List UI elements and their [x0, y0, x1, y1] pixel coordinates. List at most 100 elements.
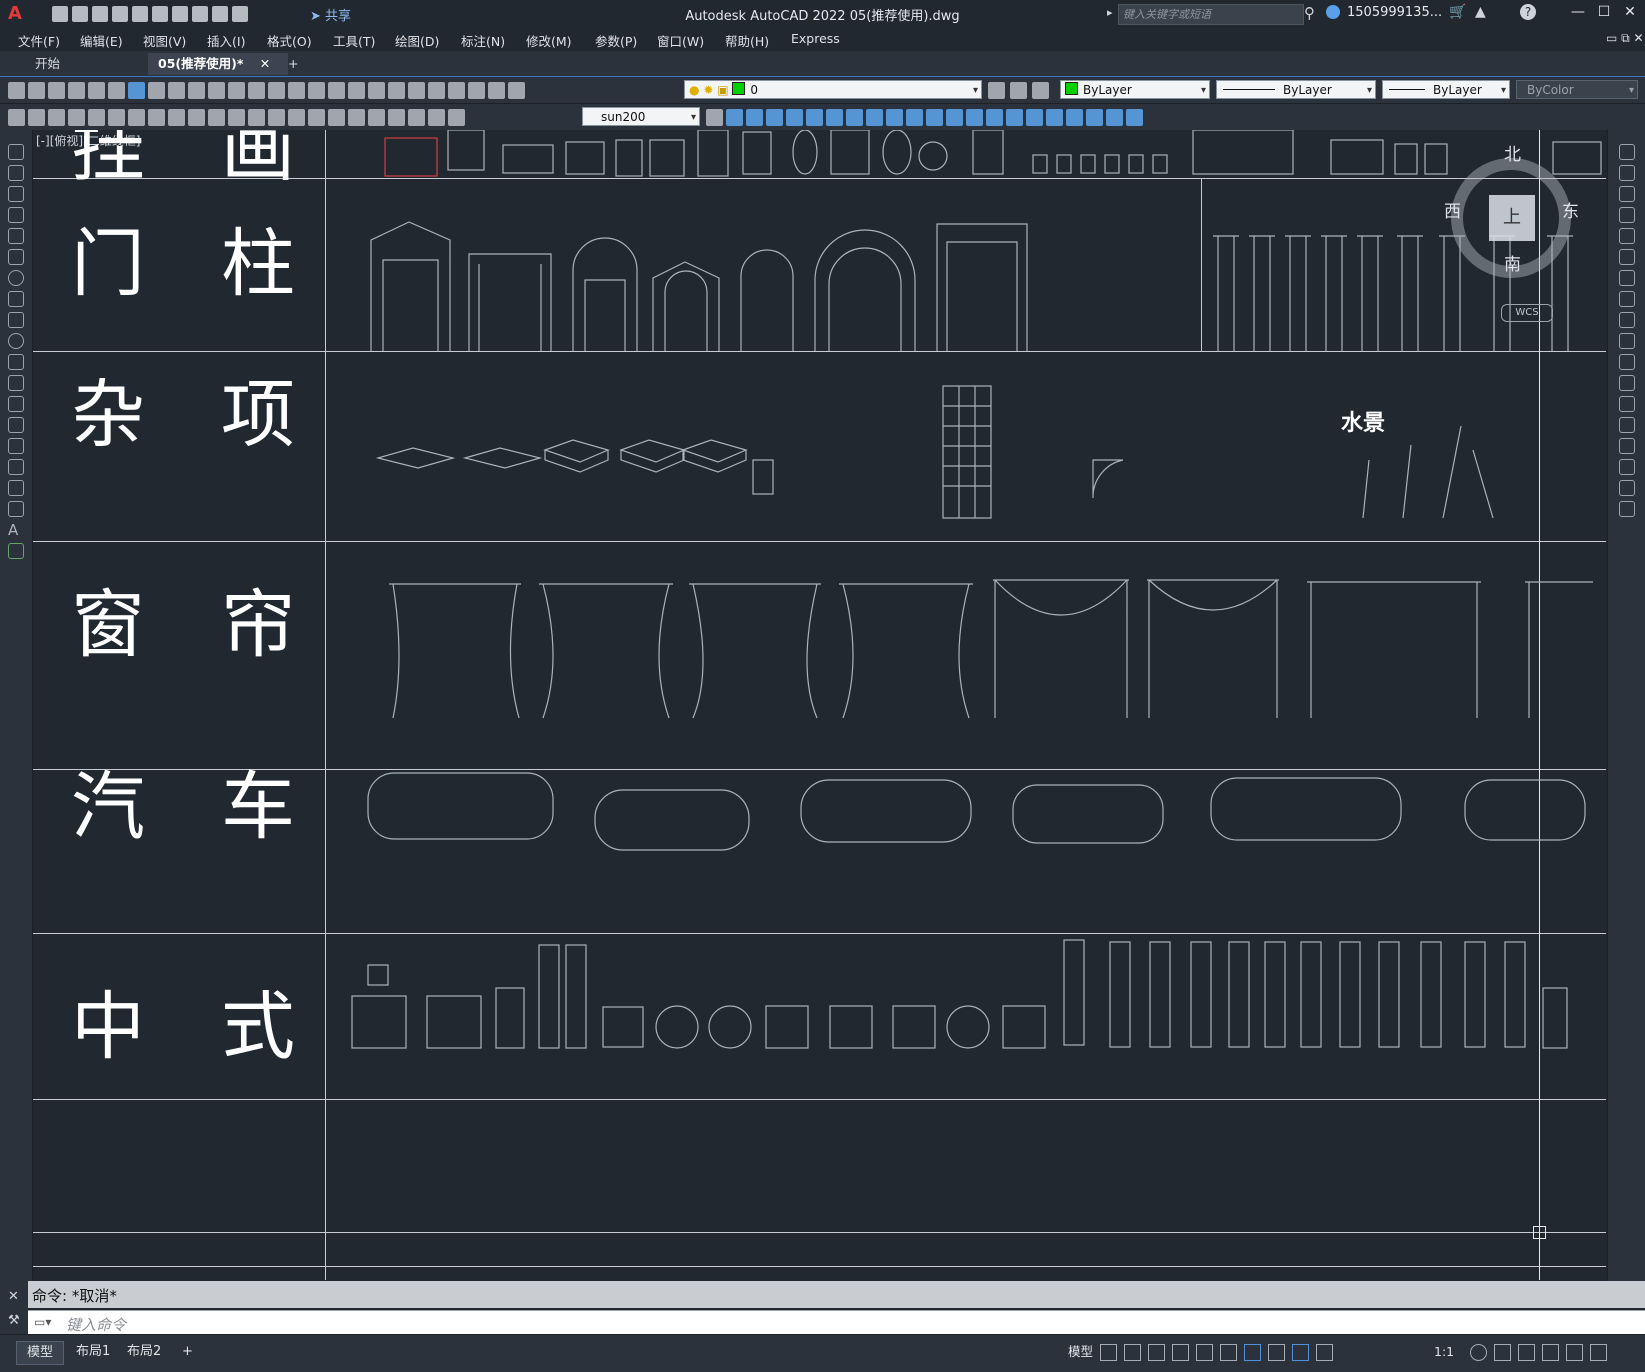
redo-icon[interactable]: [268, 82, 285, 99]
linetype-dropdown[interactable]: ByLayer ▾: [1216, 80, 1376, 99]
block-edit-icon[interactable]: [1066, 109, 1083, 126]
command-prompt-icon[interactable]: ▭▾: [34, 1315, 51, 1329]
undo-icon[interactable]: [248, 82, 265, 99]
explode-icon[interactable]: [1026, 109, 1043, 126]
markup-icon[interactable]: [448, 82, 465, 99]
properties-icon[interactable]: [368, 82, 385, 99]
dim-space-icon[interactable]: [288, 109, 305, 126]
mirror-icon[interactable]: [1619, 186, 1635, 202]
lineweight-dropdown[interactable]: ByLayer ▾: [1382, 80, 1510, 99]
revision-cloud-icon[interactable]: [8, 291, 24, 307]
help-icon[interactable]: ?: [1520, 4, 1536, 20]
chamfer-icon[interactable]: [986, 109, 1003, 126]
menu-insert[interactable]: 插入(I): [207, 31, 245, 50]
menu-window[interactable]: 窗口(W): [657, 31, 704, 50]
layout-tab-model[interactable]: 模型: [16, 1341, 65, 1365]
pan-icon[interactable]: [288, 82, 305, 99]
color-dropdown[interactable]: ByLayer ▾: [1060, 80, 1210, 99]
dim-update-icon[interactable]: [448, 109, 465, 126]
arc-icon[interactable]: [8, 249, 24, 265]
drawing-area[interactable]: [-][俯视][二维线框] 挂 画 门 柱 杂 项 窗 帘 汽 车 中 式 水景: [33, 130, 1606, 1280]
dim-edit-icon[interactable]: [408, 109, 425, 126]
paste-icon[interactable]: [188, 82, 205, 99]
crosshair-icon[interactable]: [1494, 1344, 1511, 1361]
dim-continue-icon[interactable]: [268, 109, 285, 126]
spline-icon[interactable]: [8, 312, 24, 328]
circle-icon[interactable]: [8, 270, 24, 286]
jogged-linear-icon[interactable]: [388, 109, 405, 126]
close-button[interactable]: ✕: [1620, 4, 1640, 22]
designcenter-icon[interactable]: [388, 82, 405, 99]
zoom-realtime-icon[interactable]: [308, 82, 325, 99]
hardware-acceleration-icon[interactable]: [1542, 1344, 1559, 1361]
stretch-icon[interactable]: [1619, 312, 1635, 328]
ellipse-icon[interactable]: [8, 333, 24, 349]
chamfer-icon[interactable]: [1619, 438, 1635, 454]
break-at-point-icon[interactable]: [1619, 375, 1635, 391]
gradient-icon[interactable]: [8, 459, 24, 475]
join-icon[interactable]: [1619, 417, 1635, 433]
fullscreen-icon[interactable]: [1566, 1344, 1583, 1361]
open-icon[interactable]: [28, 82, 45, 99]
menu-dimension[interactable]: 标注(N): [461, 31, 505, 50]
line-icon[interactable]: [8, 144, 24, 160]
dimstyle-dropdown[interactable]: sun200 ▾: [582, 107, 700, 126]
object-snap-icon[interactable]: [1244, 1344, 1261, 1361]
menu-view[interactable]: 视图(V): [143, 31, 186, 50]
layer-previous-icon[interactable]: [1010, 82, 1027, 99]
construction-line-icon[interactable]: [8, 165, 24, 181]
search-input[interactable]: 键入关键字或短语: [1118, 4, 1304, 25]
dim-style-icon[interactable]: [706, 109, 723, 126]
ortho-icon[interactable]: [1148, 1344, 1165, 1361]
wcs-menu[interactable]: WCS: [1501, 304, 1553, 322]
isodraft-icon[interactable]: [1196, 1344, 1213, 1361]
block-insert-icon[interactable]: [1046, 109, 1063, 126]
lineweight-icon[interactable]: [1268, 1344, 1285, 1361]
calculator-icon[interactable]: [468, 82, 485, 99]
extend-icon[interactable]: [926, 109, 943, 126]
viewcube-top-face[interactable]: 上: [1489, 195, 1535, 241]
xref-icon[interactable]: [1106, 109, 1123, 126]
offset-icon[interactable]: [786, 109, 803, 126]
menu-modify[interactable]: 修改(M): [526, 31, 572, 50]
sheetset-icon[interactable]: [428, 82, 445, 99]
dim-linear-icon[interactable]: [68, 109, 85, 126]
dim-aligned-icon[interactable]: [88, 109, 105, 126]
copy-icon[interactable]: [168, 82, 185, 99]
layer-match-icon[interactable]: [8, 109, 25, 126]
dim-angular-icon[interactable]: [208, 109, 225, 126]
tab-current-drawing[interactable]: 05(推荐使用)* ✕: [148, 53, 288, 75]
break-icon[interactable]: [946, 109, 963, 126]
menu-parametric[interactable]: 参数(P): [595, 31, 637, 50]
polygon-icon[interactable]: [8, 207, 24, 223]
search-icon[interactable]: ⚲: [1304, 4, 1315, 22]
autodesk-app-icon[interactable]: ▲: [1475, 4, 1486, 20]
inspection-icon[interactable]: [368, 109, 385, 126]
copy-object-icon[interactable]: [746, 109, 763, 126]
dim-baseline-icon[interactable]: [248, 109, 265, 126]
search-expand-icon[interactable]: ▸: [1107, 6, 1113, 19]
ellipse-arc-icon[interactable]: [8, 354, 24, 370]
dim-radius-icon[interactable]: [148, 109, 165, 126]
offset-icon[interactable]: [1619, 207, 1635, 223]
menu-edit[interactable]: 编辑(E): [80, 31, 123, 50]
viewcube-west[interactable]: 西: [1444, 197, 1461, 222]
dim-break-icon[interactable]: [308, 109, 325, 126]
erase-icon[interactable]: [726, 109, 743, 126]
auto-scale-icon[interactable]: [1316, 1344, 1333, 1361]
stretch-icon[interactable]: [886, 109, 903, 126]
save-icon[interactable]: [48, 82, 65, 99]
menu-help[interactable]: 帮助(H): [725, 31, 769, 50]
zoom-previous-icon[interactable]: [348, 82, 365, 99]
zoom-window-icon[interactable]: [328, 82, 345, 99]
fillet-icon[interactable]: [1619, 459, 1635, 475]
command-line-handle[interactable]: ✕ ⚒: [0, 1281, 28, 1334]
annotation-visibility-icon[interactable]: [1292, 1344, 1309, 1361]
table-icon[interactable]: [8, 501, 24, 517]
cut-icon[interactable]: [148, 82, 165, 99]
insert-block-icon[interactable]: [8, 375, 24, 391]
user-icon[interactable]: [1326, 5, 1340, 19]
model-space-toggle[interactable]: 模型: [1058, 1341, 1103, 1363]
snap-icon[interactable]: [1124, 1344, 1141, 1361]
user-account[interactable]: 1505999135...: [1347, 5, 1442, 20]
